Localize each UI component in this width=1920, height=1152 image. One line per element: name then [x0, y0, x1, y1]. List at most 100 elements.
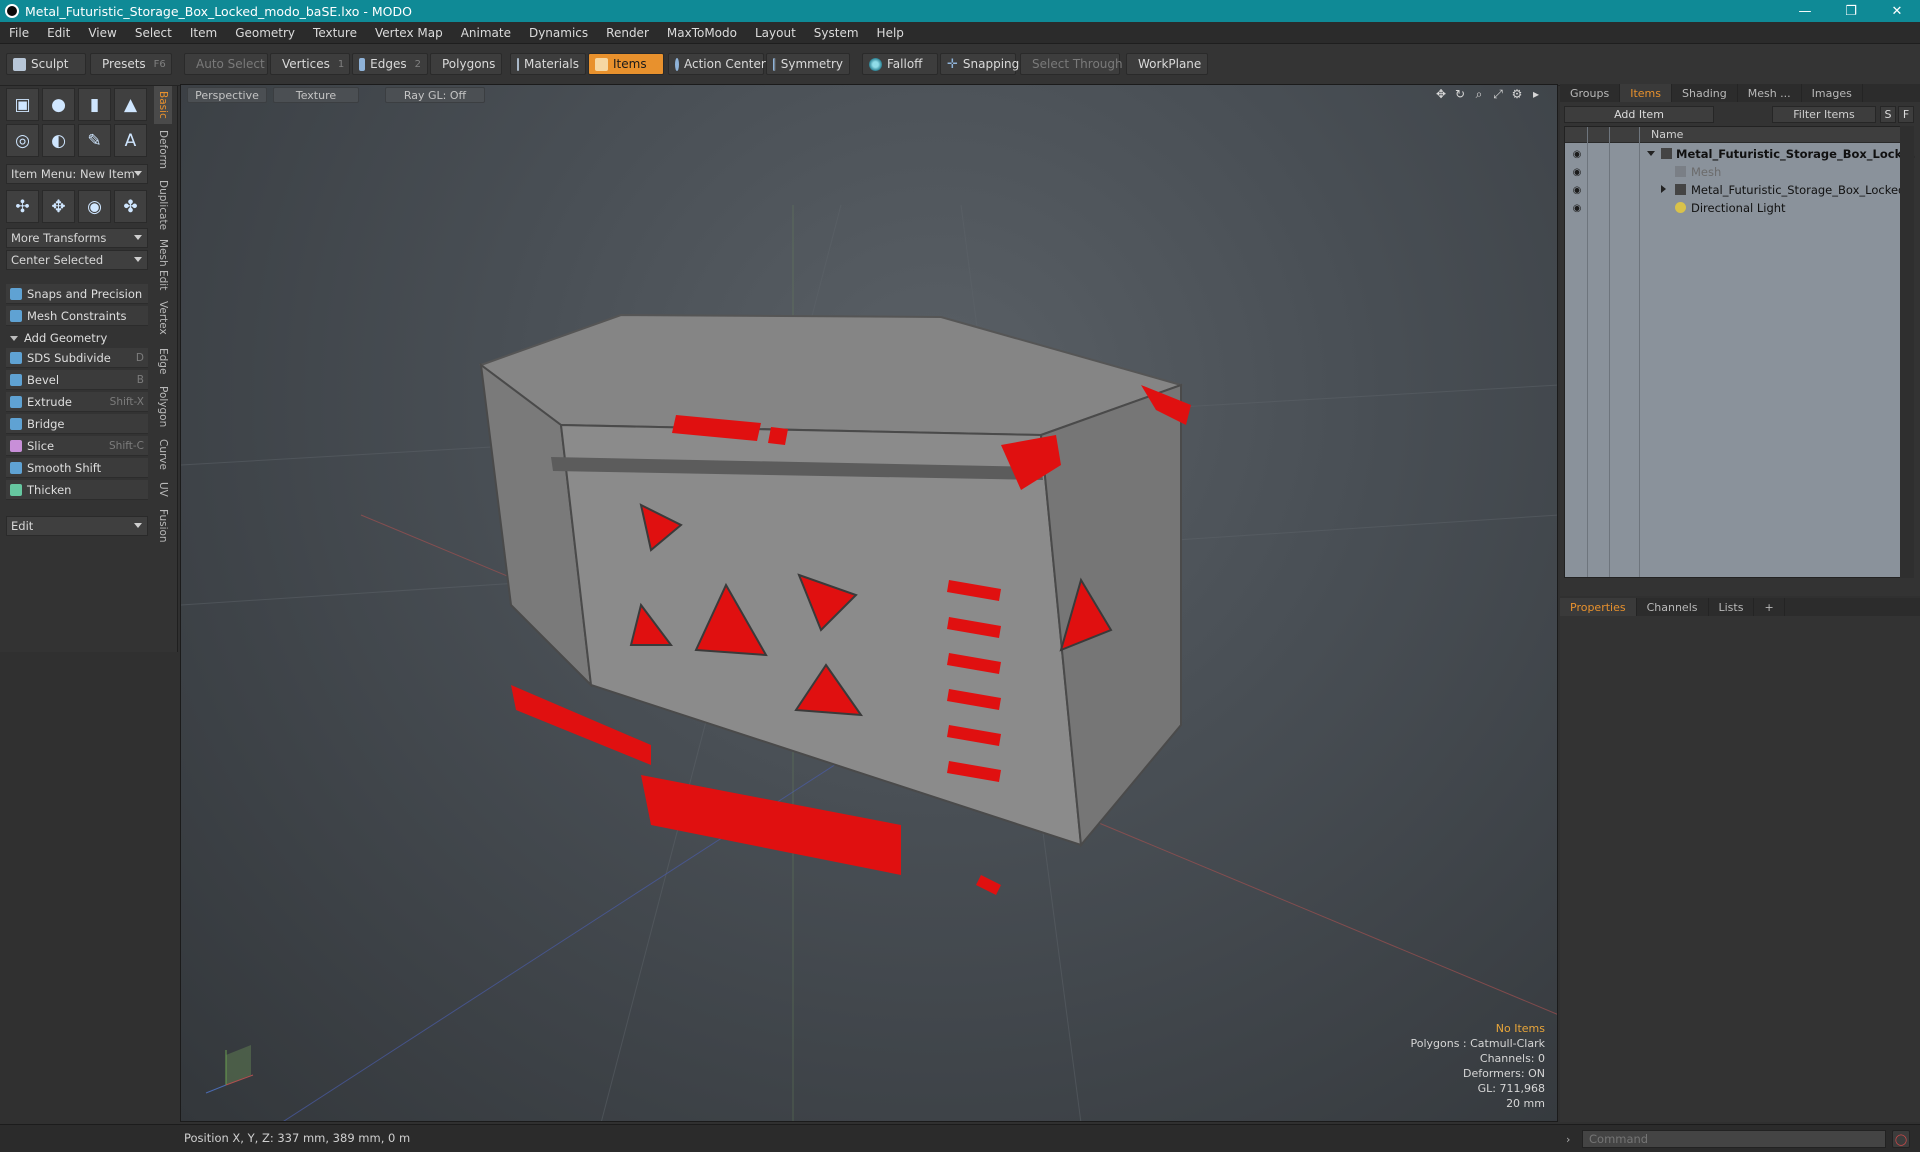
maximize-icon[interactable]: ⤢	[1491, 87, 1505, 101]
sphere-icon[interactable]: ●	[42, 88, 75, 121]
auto-select-button[interactable]: Auto Select	[184, 53, 268, 75]
sds-subdivide-button[interactable]: SDS Subdivide D	[6, 348, 148, 368]
filter-items-input[interactable]: Filter Items	[1772, 106, 1876, 123]
tab-items[interactable]: Items	[1620, 84, 1673, 102]
edges-button[interactable]: Edges 2	[352, 53, 428, 75]
tab-vertex[interactable]: Vertex	[154, 296, 172, 340]
more-transforms-dropdown[interactable]: More Transforms	[6, 228, 148, 248]
cube-icon[interactable]: ▣	[6, 88, 39, 121]
menu-edit[interactable]: Edit	[38, 26, 79, 40]
eye-icon[interactable]: ◉	[1571, 203, 1583, 214]
tree-row-directional-light[interactable]: ◉ Directional Light	[1565, 199, 1901, 217]
eye-icon[interactable]: ◉	[1571, 149, 1583, 160]
expand-arrow-icon[interactable]: ▸	[1529, 87, 1543, 101]
tab-channels[interactable]: Channels	[1637, 598, 1709, 616]
3d-viewport[interactable]: Perspective Texture Ray GL: Off ✥ ↻ ⌕ ⤢ …	[180, 84, 1558, 1122]
materials-button[interactable]: Materials	[510, 53, 586, 75]
f-button[interactable]: F	[1898, 106, 1914, 123]
falloff-button[interactable]: Falloff	[862, 53, 938, 75]
item-menu-dropdown[interactable]: Item Menu: New Item	[6, 164, 148, 184]
menu-maxtomodo[interactable]: MaxToModo	[658, 26, 746, 40]
workplane-button[interactable]: WorkPlane	[1126, 53, 1208, 75]
record-icon[interactable]: ◯	[1892, 1130, 1910, 1148]
tab-duplicate[interactable]: Duplicate	[154, 176, 172, 234]
item-tree-scrollbar[interactable]	[1900, 126, 1914, 578]
action-center-button[interactable]: Action Center	[668, 53, 766, 75]
torus-icon[interactable]: ◎	[6, 124, 39, 157]
pen-icon[interactable]: ✎	[78, 124, 111, 157]
menu-view[interactable]: View	[79, 26, 125, 40]
zoom-icon[interactable]: ⌕	[1472, 87, 1486, 101]
pan-icon[interactable]: ✥	[1434, 87, 1448, 101]
tree-row-box-locked[interactable]: ◉ Metal_Futuristic_Storage_Box_Locked	[1565, 181, 1906, 199]
cone-icon[interactable]: ▲	[114, 88, 147, 121]
expand-triangle-icon[interactable]	[1647, 151, 1655, 156]
add-tab-button[interactable]: +	[1754, 598, 1785, 616]
restore-button[interactable]: ❐	[1828, 0, 1874, 22]
command-arrow-icon[interactable]: ›	[1566, 1133, 1570, 1146]
transform-icon[interactable]: ✤	[114, 190, 147, 223]
bridge-button[interactable]: Bridge	[6, 414, 148, 434]
menu-item[interactable]: Item	[181, 26, 226, 40]
tab-shading[interactable]: Shading	[1672, 84, 1738, 102]
symmetry-button[interactable]: Symmetry	[766, 53, 850, 75]
snapping-button[interactable]: ✛ Snapping	[940, 53, 1019, 75]
vertices-button[interactable]: Vertices 1	[270, 53, 350, 75]
menu-select[interactable]: Select	[126, 26, 181, 40]
tree-row-mesh[interactable]: ◉ Mesh	[1565, 163, 1901, 181]
tab-curve[interactable]: Curve	[154, 434, 172, 474]
s-button[interactable]: S	[1880, 106, 1896, 123]
expand-triangle-icon[interactable]	[1661, 185, 1666, 193]
tab-properties[interactable]: Properties	[1560, 598, 1637, 616]
tab-mesh-edit[interactable]: Mesh Edit	[154, 236, 172, 294]
menu-vertex-map[interactable]: Vertex Map	[366, 26, 452, 40]
menu-help[interactable]: Help	[868, 26, 913, 40]
capsule-icon[interactable]: ◐	[42, 124, 75, 157]
orbit-icon[interactable]: ↻	[1453, 87, 1467, 101]
thicken-button[interactable]: Thicken	[6, 480, 148, 500]
menu-render[interactable]: Render	[597, 26, 658, 40]
raygl-dropdown[interactable]: Ray GL: Off	[385, 87, 485, 103]
menu-file[interactable]: File	[0, 26, 38, 40]
tab-groups[interactable]: Groups	[1560, 84, 1621, 102]
tab-mesh[interactable]: Mesh ...	[1738, 84, 1802, 102]
move-icon[interactable]: ✣	[6, 190, 39, 223]
eye-icon[interactable]: ◉	[1571, 185, 1583, 196]
scale-icon[interactable]: ◉	[78, 190, 111, 223]
perspective-dropdown[interactable]: Perspective	[187, 87, 267, 103]
add-geometry-header[interactable]: Add Geometry	[6, 329, 148, 347]
command-input[interactable]	[1582, 1130, 1886, 1148]
tab-polygon[interactable]: Polygon	[154, 382, 172, 432]
bevel-button[interactable]: Bevel B	[6, 370, 148, 390]
tab-images[interactable]: Images	[1802, 84, 1863, 102]
tab-fusion[interactable]: Fusion	[154, 504, 172, 548]
slice-button[interactable]: Slice Shift-C	[6, 436, 148, 456]
cylinder-icon[interactable]: ▮	[78, 88, 111, 121]
presets-button[interactable]: Presets F6	[90, 53, 172, 75]
snaps-precision-button[interactable]: Snaps and Precision	[6, 284, 148, 304]
menu-texture[interactable]: Texture	[304, 26, 366, 40]
mesh-constraints-button[interactable]: Mesh Constraints	[6, 306, 148, 326]
tree-row-scene[interactable]: ◉ Metal_Futuristic_Storage_Box_Lock...	[1565, 145, 1916, 163]
rotate-icon[interactable]: ✥	[42, 190, 75, 223]
tab-uv[interactable]: UV	[154, 476, 172, 502]
tab-deform[interactable]: Deform	[154, 126, 172, 174]
edit-dropdown[interactable]: Edit	[6, 516, 148, 536]
eye-icon[interactable]: ◉	[1571, 167, 1583, 178]
menu-layout[interactable]: Layout	[746, 26, 805, 40]
menu-dynamics[interactable]: Dynamics	[520, 26, 597, 40]
polygons-button[interactable]: Polygons	[430, 53, 502, 75]
texture-dropdown[interactable]: Texture	[273, 87, 359, 103]
menu-system[interactable]: System	[805, 26, 868, 40]
sculpt-button[interactable]: Sculpt	[6, 53, 86, 75]
minimize-button[interactable]: —	[1782, 0, 1828, 22]
menu-animate[interactable]: Animate	[452, 26, 520, 40]
menu-geometry[interactable]: Geometry	[226, 26, 304, 40]
gear-icon[interactable]: ⚙	[1510, 87, 1524, 101]
items-button[interactable]: Items	[588, 53, 664, 75]
text-icon[interactable]: A	[114, 124, 147, 157]
add-item-dropdown[interactable]: Add Item	[1564, 106, 1714, 123]
extrude-button[interactable]: Extrude Shift-X	[6, 392, 148, 412]
close-button[interactable]: ✕	[1874, 0, 1920, 22]
select-through-button[interactable]: Select Through	[1020, 53, 1123, 75]
